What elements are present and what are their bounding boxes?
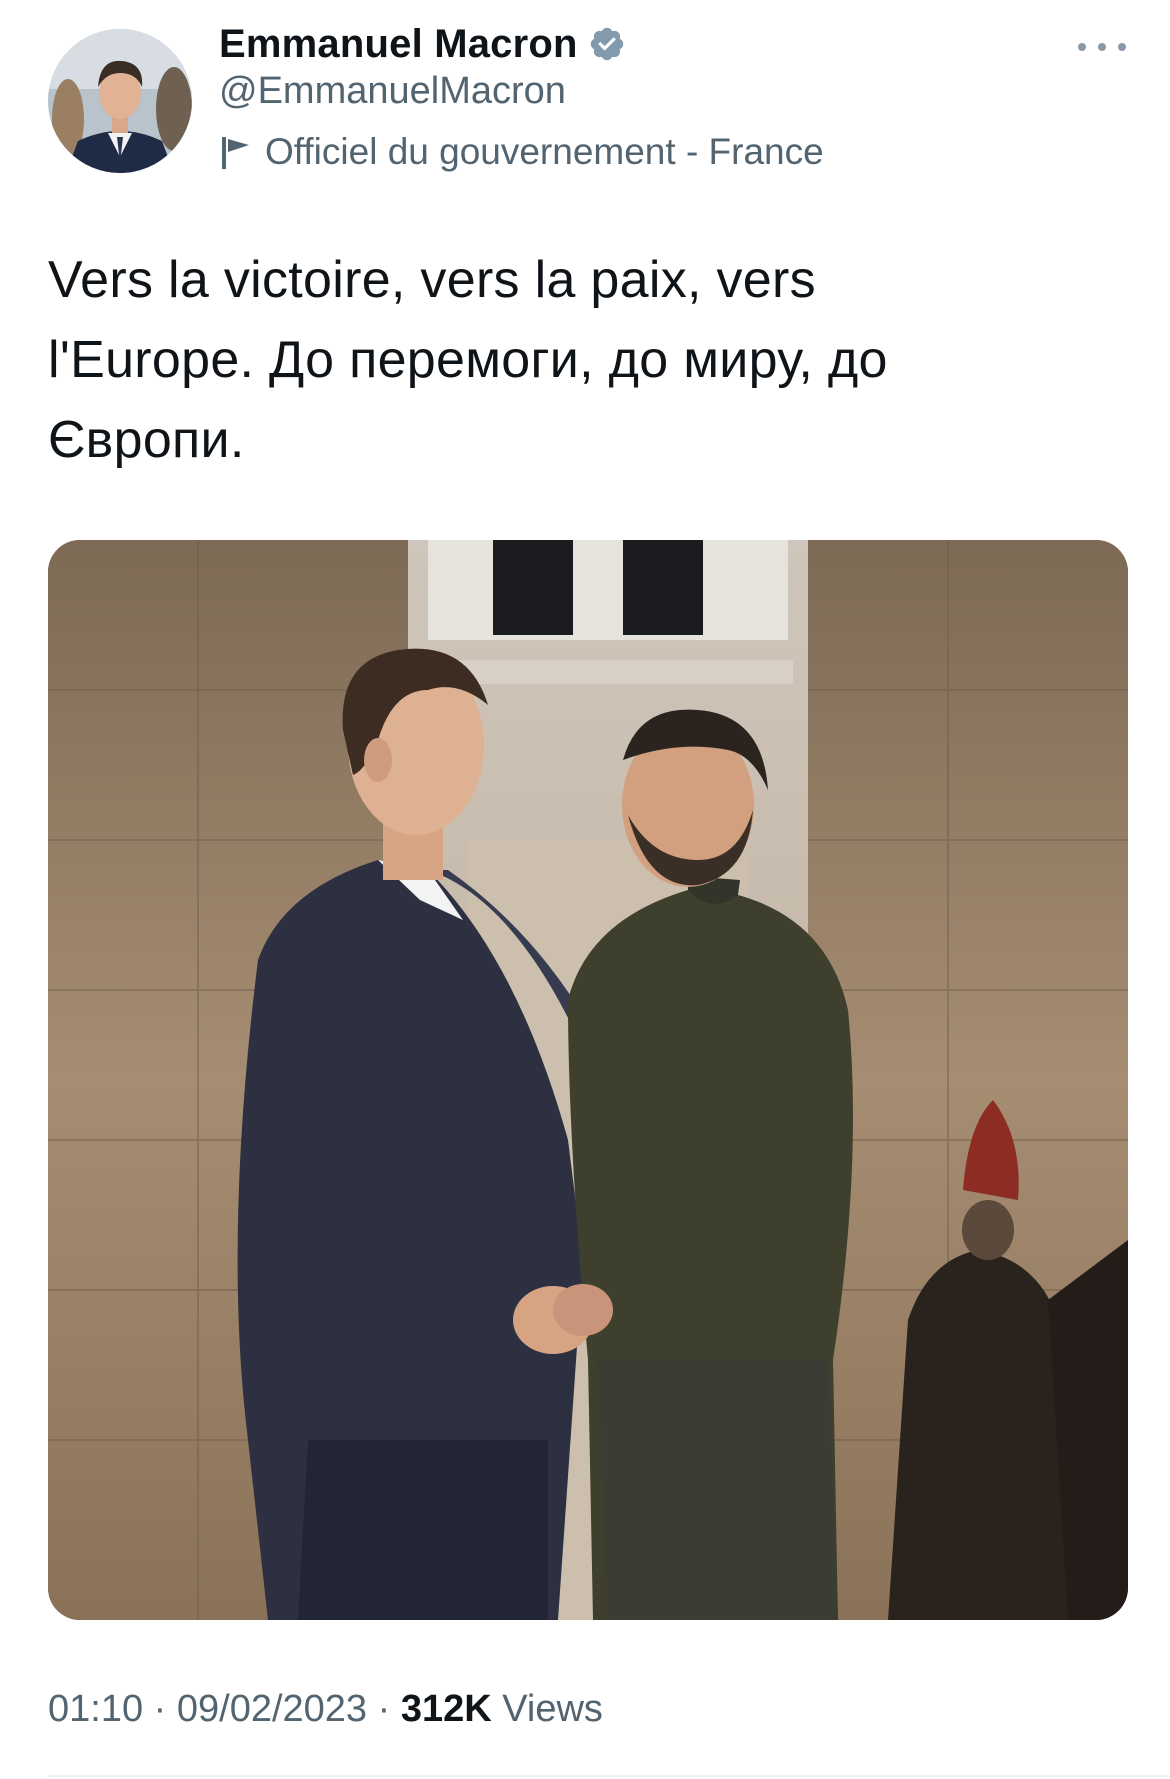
author-name-row[interactable]: Emmanuel Macron <box>219 18 626 70</box>
tweet-meta: 01:10 · 09/02/2023 · 312K Views <box>48 1688 603 1731</box>
more-options-icon[interactable] <box>1076 26 1128 66</box>
photo-two-men-greeting <box>48 540 1128 1620</box>
avatar-photo <box>48 29 192 173</box>
tweet-photo[interactable] <box>48 540 1128 1620</box>
views-label: Views <box>491 1688 603 1730</box>
meta-separator: · <box>143 1688 177 1730</box>
government-label[interactable]: Officiel du gouvernement - France <box>219 131 824 173</box>
government-label-text: Officiel du gouvernement - France <box>265 131 824 172</box>
tweet-date[interactable]: 09/02/2023 <box>177 1688 367 1731</box>
views-count: 312K <box>400 1688 492 1730</box>
author-display-name[interactable]: Emmanuel Macron <box>219 22 578 67</box>
divider <box>48 1775 1170 1777</box>
author-avatar[interactable] <box>48 29 192 173</box>
author-handle[interactable]: @EmmanuelMacron <box>219 70 566 113</box>
tweet-text-line: Європи. <box>48 411 245 469</box>
tweet-text-line: l'Europe. До перемоги, до миру, до <box>48 331 888 389</box>
flag-icon <box>219 133 253 171</box>
tweet-time[interactable]: 01:10 <box>48 1688 143 1731</box>
tweet-header: Emmanuel Macron @EmmanuelMacron Officiel… <box>0 0 1170 190</box>
tweet-text: Vers la victoire, vers la paix, vers l'E… <box>48 240 1088 480</box>
verified-badge-icon <box>588 25 626 63</box>
meta-separator: · <box>367 1688 401 1730</box>
tweet-text-line: Vers la victoire, vers la paix, vers <box>48 251 816 309</box>
